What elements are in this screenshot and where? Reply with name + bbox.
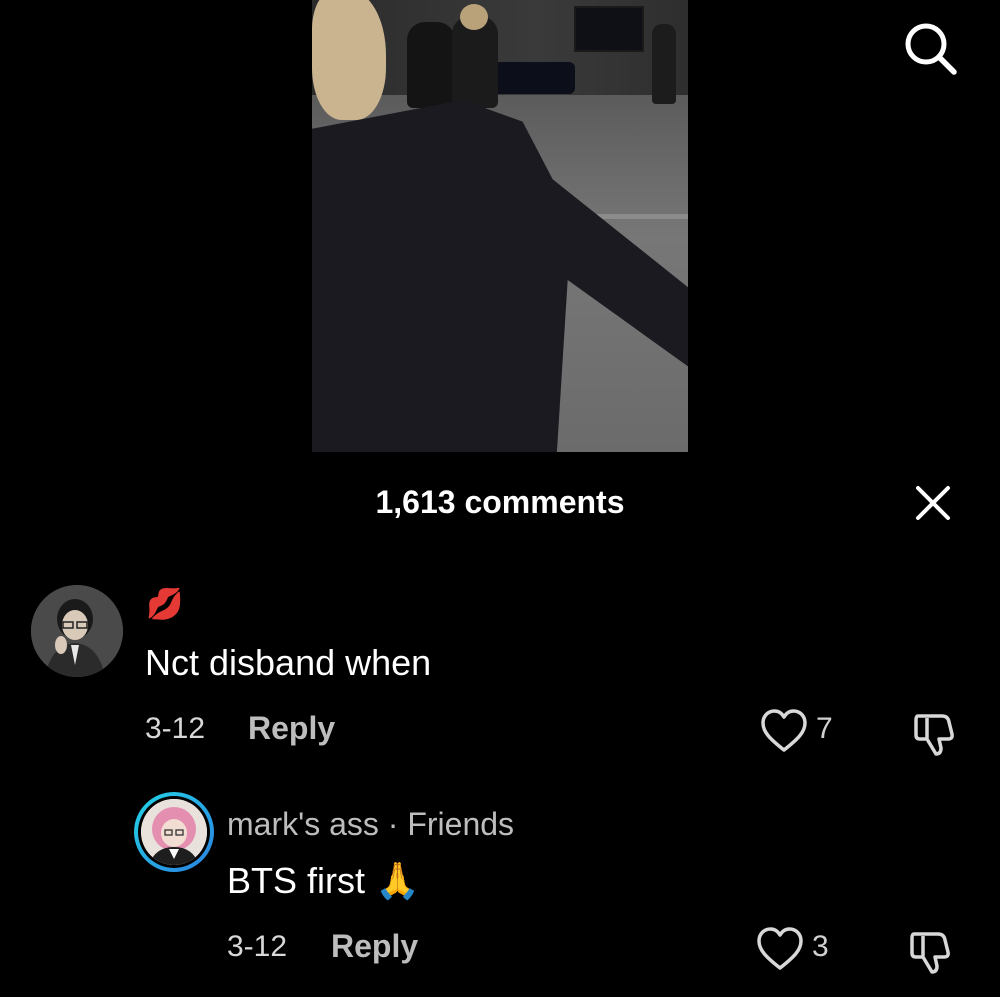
heart-icon (761, 709, 807, 752)
avatar-ring-gap (138, 796, 210, 868)
video-sofa (487, 62, 575, 94)
comments-screen: 1,613 comments 💋 Nct disband when 3-12 R… (0, 0, 1000, 997)
thumbs-down-icon (910, 932, 950, 974)
comment-badge: 💋 (146, 588, 184, 621)
video-tv (574, 6, 644, 52)
dislike-button[interactable] (908, 926, 960, 978)
comments-count-title: 1,613 comments (375, 484, 625, 520)
like-count: 3 (812, 930, 829, 963)
video-figure (652, 24, 676, 104)
thumbs-down-icon (914, 714, 954, 756)
close-button[interactable] (908, 478, 958, 528)
avatar-image (141, 799, 207, 865)
comment-text: BTS first 🙏 (227, 860, 420, 901)
avatar (141, 799, 207, 865)
like-button[interactable] (760, 708, 812, 756)
video-figure (407, 22, 455, 108)
video-figure-head (460, 4, 488, 30)
avatar-image (31, 585, 123, 677)
comment-username[interactable]: mark's ass (227, 806, 379, 842)
reply-button[interactable]: Reply (331, 928, 418, 965)
comment-author-line: mark's ass · Friends (227, 806, 514, 843)
video-preview[interactable] (312, 0, 688, 452)
meta-separator: · (378, 806, 408, 842)
dislike-button[interactable] (912, 708, 964, 760)
video-foreground-head (312, 0, 386, 120)
friends-label: Friends (407, 806, 515, 842)
comment-date: 3-12 (227, 930, 288, 963)
comment-date: 3-12 (145, 712, 206, 745)
heart-icon (757, 927, 803, 970)
reply-button[interactable]: Reply (248, 710, 335, 747)
search-button[interactable] (900, 18, 960, 78)
like-count: 7 (816, 712, 833, 745)
avatar-story-ring[interactable] (134, 792, 214, 872)
comment-text: Nct disband when (145, 642, 432, 683)
close-icon (916, 486, 950, 520)
search-icon (905, 23, 957, 75)
avatar[interactable] (31, 585, 123, 677)
like-button[interactable] (756, 926, 808, 974)
